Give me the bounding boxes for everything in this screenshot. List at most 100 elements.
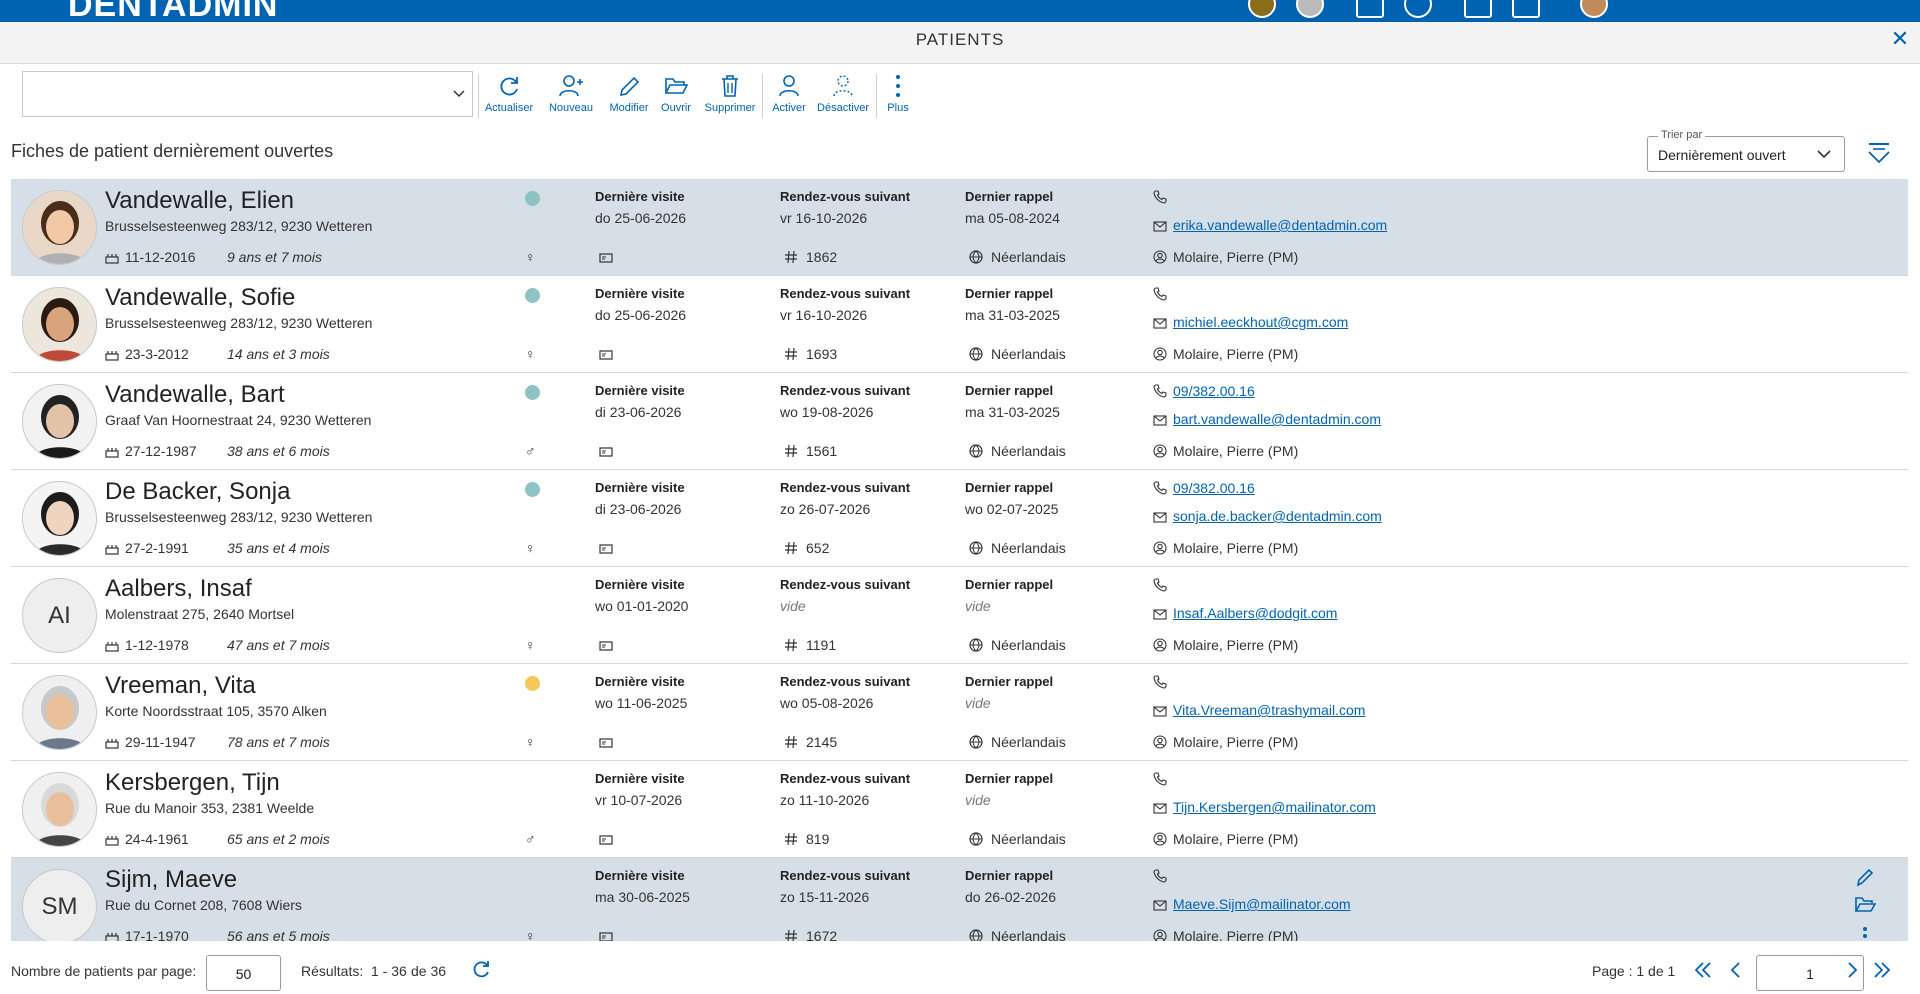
patient-language: Néerlandais — [969, 928, 1066, 941]
patient-age: 14 ans et 3 mois — [227, 346, 330, 362]
avatar — [22, 287, 97, 362]
mail-icon — [1153, 605, 1173, 621]
help-icon[interactable] — [1296, 0, 1324, 18]
language-value: Néerlandais — [991, 540, 1066, 556]
last-reminder-column: Dernier rappel do 26-02-2026 — [965, 868, 1056, 905]
patient-name[interactable]: Vandewalle, Elien — [105, 187, 294, 215]
refresh-button[interactable]: Actualiser — [484, 74, 534, 114]
email-link[interactable]: michiel.eeckhout@cgm.com — [1173, 314, 1348, 330]
folder-open-icon[interactable] — [1854, 894, 1877, 921]
cake-icon — [105, 928, 125, 941]
user-avatar-icon[interactable] — [1580, 0, 1608, 18]
id-card-icon — [599, 734, 621, 750]
patient-age: 47 ans et 7 mois — [227, 637, 330, 653]
new-patient-button[interactable]: Nouveau — [546, 74, 596, 114]
patient-row[interactable]: Kersbergen, Tijn Rue du Manoir 353, 2381 … — [11, 761, 1908, 858]
previous-page-icon[interactable] — [1727, 960, 1745, 985]
patient-name[interactable]: Vandewalle, Bart — [105, 381, 285, 409]
email-link[interactable]: Insaf.Aalbers@dodgit.com — [1173, 605, 1337, 621]
results-label: Résultats: — [301, 963, 364, 979]
refresh-icon[interactable] — [470, 959, 492, 986]
last-visit-value: wo 11-06-2025 — [595, 695, 688, 711]
patient-name[interactable]: Sijm, Maeve — [105, 866, 237, 894]
open-button[interactable]: Ouvrir — [656, 74, 696, 114]
patient-language: Néerlandais — [969, 637, 1066, 653]
user-status-icon[interactable] — [1248, 0, 1276, 18]
results-range: 1 - 36 — [371, 963, 407, 979]
email-link[interactable]: erika.vandewalle@dentadmin.com — [1173, 217, 1387, 233]
more-vertical-icon[interactable] — [1862, 926, 1868, 941]
patient-practitioner: Molaire, Pierre (PM) — [1153, 928, 1298, 941]
patient-row[interactable]: Vandewalle, Elien Brusselsesteenweg 283/1… — [11, 179, 1908, 276]
last-page-icon[interactable] — [1871, 960, 1893, 985]
first-page-icon[interactable] — [1692, 960, 1714, 985]
monitor-icon[interactable] — [1464, 0, 1492, 18]
patient-row[interactable]: Vandewalle, Bart Graaf Van Hoornestraat 2… — [11, 373, 1908, 470]
id-card-icon — [599, 346, 621, 362]
activate-button[interactable]: Activer — [768, 74, 810, 114]
edit-label: Modifier — [609, 102, 649, 114]
last-reminder-header: Dernier rappel — [965, 868, 1054, 883]
globe-icon — [969, 831, 991, 847]
email-link[interactable]: Vita.Vreeman@trashymail.com — [1173, 702, 1365, 718]
patient-name[interactable]: Vandewalle, Sofie — [105, 284, 295, 312]
next-appointment-header: Rendez-vous suivant — [780, 383, 911, 398]
patient-age: 65 ans et 2 mois — [227, 831, 330, 847]
status-dot — [525, 676, 540, 691]
email-link[interactable]: Tijn.Kersbergen@mailinator.com — [1173, 799, 1376, 815]
more-button[interactable]: Plus — [884, 74, 912, 114]
pencil-icon[interactable] — [1854, 866, 1876, 893]
language-value: Néerlandais — [991, 443, 1066, 459]
patient-number: 819 — [784, 831, 829, 847]
birthdate-value: 17-1-1970 — [125, 928, 189, 941]
patient-row[interactable]: AI Aalbers, Insaf Molenstraat 275, 2640 Mo… — [11, 567, 1908, 664]
female-icon: ♀ — [525, 346, 536, 362]
hash-icon — [784, 928, 806, 941]
patient-name[interactable]: Kersbergen, Tijn — [105, 769, 280, 797]
patient-row[interactable]: Vreeman, Vita Korte Noordsstraat 105, 357… — [11, 664, 1908, 761]
next-appointment-column: Rendez-vous suivant wo 05-08-2026 — [780, 674, 910, 711]
sort-value: Dernièrement ouvert — [1658, 147, 1786, 163]
next-appointment-column: Rendez-vous suivant vr 16-10-2026 — [780, 286, 910, 323]
patient-row[interactable]: Vandewalle, Sofie Brusselsesteenweg 283/1… — [11, 276, 1908, 373]
clock-icon[interactable] — [1404, 0, 1432, 18]
patient-row[interactable]: De Backer, Sonja Brusselsesteenweg 283/12… — [11, 470, 1908, 567]
refresh-icon — [500, 77, 518, 96]
mail-icon — [1153, 217, 1173, 233]
patient-language: Néerlandais — [969, 249, 1066, 265]
next-page-icon[interactable] — [1843, 960, 1861, 985]
close-icon[interactable]: ✕ — [1888, 28, 1912, 52]
filter-icon[interactable] — [1866, 140, 1892, 171]
female-icon: ♀ — [525, 540, 536, 556]
patient-email: bart.vandewalle@dentadmin.com — [1153, 411, 1381, 427]
sort-select[interactable]: Trier par Dernièrement ouvert — [1647, 129, 1845, 172]
calendar-icon[interactable] — [1356, 0, 1384, 18]
email-link[interactable]: bart.vandewalle@dentadmin.com — [1173, 411, 1381, 427]
email-link[interactable]: sonja.de.backer@dentadmin.com — [1173, 508, 1382, 524]
more-vertical-icon — [896, 75, 900, 97]
phone-link[interactable]: 09/382.00.16 — [1173, 480, 1255, 496]
patient-address: Molenstraat 275, 2640 Mortsel — [105, 606, 295, 622]
last-reminder-column: Dernier rappel ma 31-03-2025 — [965, 383, 1060, 420]
female-icon: ♀ — [525, 734, 536, 750]
patient-name[interactable]: Vreeman, Vita — [105, 672, 256, 700]
birthdate-value: 27-2-1991 — [125, 540, 189, 556]
per-page-input[interactable]: 50 — [206, 955, 281, 991]
patient-name[interactable]: De Backer, Sonja — [105, 478, 290, 506]
book-icon[interactable] — [1512, 0, 1540, 18]
patient-search-combo[interactable] — [22, 71, 473, 117]
edit-button[interactable]: Modifier — [604, 74, 654, 114]
female-icon: ♀ — [525, 249, 536, 265]
patient-list: Vandewalle, Elien Brusselsesteenweg 283/1… — [11, 179, 1908, 941]
patient-row[interactable]: SM Sijm, Maeve Rue du Cornet 208, 7608 Wie… — [11, 858, 1908, 941]
deactivate-button[interactable]: Désactiver — [816, 74, 870, 114]
id-card — [599, 734, 621, 750]
patient-email: Insaf.Aalbers@dodgit.com — [1153, 605, 1337, 621]
delete-button[interactable]: Supprimer — [704, 74, 756, 114]
phone-link[interactable]: 09/382.00.16 — [1173, 383, 1255, 399]
email-link[interactable]: Maeve.Sijm@mailinator.com — [1173, 896, 1351, 912]
globe-icon — [969, 346, 991, 362]
next-appointment-header: Rendez-vous suivant — [780, 771, 911, 786]
patient-name[interactable]: Aalbers, Insaf — [105, 575, 252, 603]
next-appointment-header: Rendez-vous suivant — [780, 480, 911, 495]
